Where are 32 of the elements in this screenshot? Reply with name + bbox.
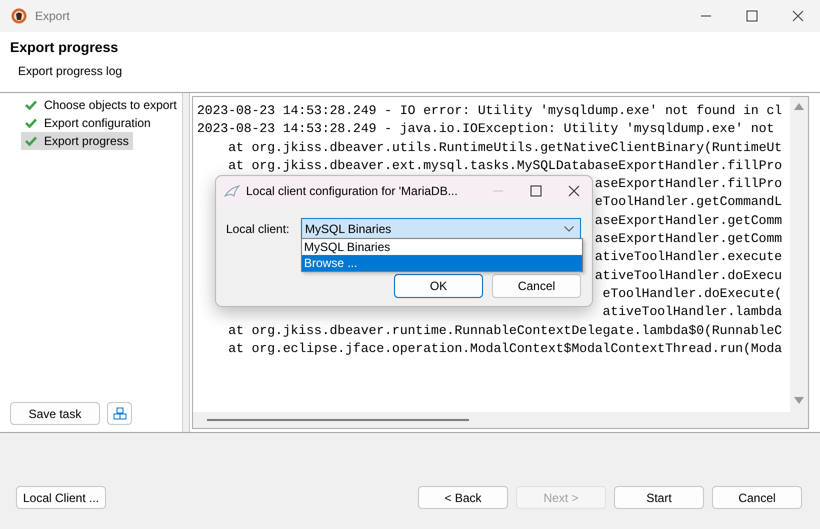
dialog-button[interactable]: Cancel bbox=[492, 274, 581, 298]
log-line: ativeToolHandler.execute bbox=[594, 249, 782, 264]
log-line: aseExportHandler.fillPro bbox=[594, 176, 782, 192]
local-client-button[interactable]: Local Client ... bbox=[16, 486, 106, 509]
log-line: at org.jkiss.dbeaver.utils.RuntimeUtils.getNativeClientBinary(RuntimeUt bbox=[227, 140, 782, 155]
window-title: Export bbox=[35, 9, 70, 23]
log-line: aseExportHandler.getComm bbox=[594, 231, 782, 246]
log-line: at org.jkiss.dbeaver.ext.mysql.tasks.MySQLDatabaseExportHandler.fillPro bbox=[227, 158, 782, 173]
step-item[interactable]: Export progress bbox=[21, 132, 133, 150]
local-client-dropdown[interactable]: MySQL Binaries bbox=[301, 218, 581, 239]
log-line: ativeToolHandler.doExecu bbox=[594, 268, 782, 283]
field-label: Local client: bbox=[226, 222, 290, 236]
page-title: Export progress bbox=[10, 39, 120, 55]
wizard-button[interactable]: Start bbox=[614, 486, 704, 509]
wizard-button[interactable]: < Back bbox=[418, 486, 508, 509]
log-line: at org.eclipse.jface.operation.ModalContext$ModalContextThread.run(Moda bbox=[227, 340, 782, 356]
dialog-title: Local client configuration for 'MariaDB... bbox=[246, 184, 458, 198]
log-line: ativeToolHandler.lambda bbox=[602, 304, 782, 320]
dropdown-option[interactable]: MySQL Binaries bbox=[302, 239, 582, 255]
log-line: at org.jkiss.dbeaver.runtime.RunnableContextDelegate.lambda$0(RunnableC bbox=[227, 322, 782, 338]
dropdown-option[interactable]: Browse ... bbox=[302, 255, 582, 271]
log-line: eToolHandler.getCommandL bbox=[594, 194, 782, 210]
step-item[interactable]: Export configuration bbox=[21, 114, 155, 132]
wizard-button[interactable]: Cancel bbox=[712, 486, 802, 509]
log-line: 2023-08-23 14:53:28.249 - IO error: Utility 'mysqldump.exe' not found in cl bbox=[197, 103, 782, 118]
page-subtitle: Export progress log bbox=[18, 64, 124, 78]
step-item[interactable]: Choose objects to export bbox=[21, 96, 181, 114]
dialog-button[interactable]: OK bbox=[394, 274, 483, 298]
log-line: eToolHandler.doExecute( bbox=[602, 286, 782, 301]
log-line: 2023-08-23 14:53:28.249 - java.io.IOException: Utility 'mysqldump.exe' not bbox=[197, 121, 774, 136]
log-line: aseExportHandler.getComm bbox=[594, 212, 782, 228]
save-task-button[interactable]: Save task bbox=[10, 402, 100, 425]
